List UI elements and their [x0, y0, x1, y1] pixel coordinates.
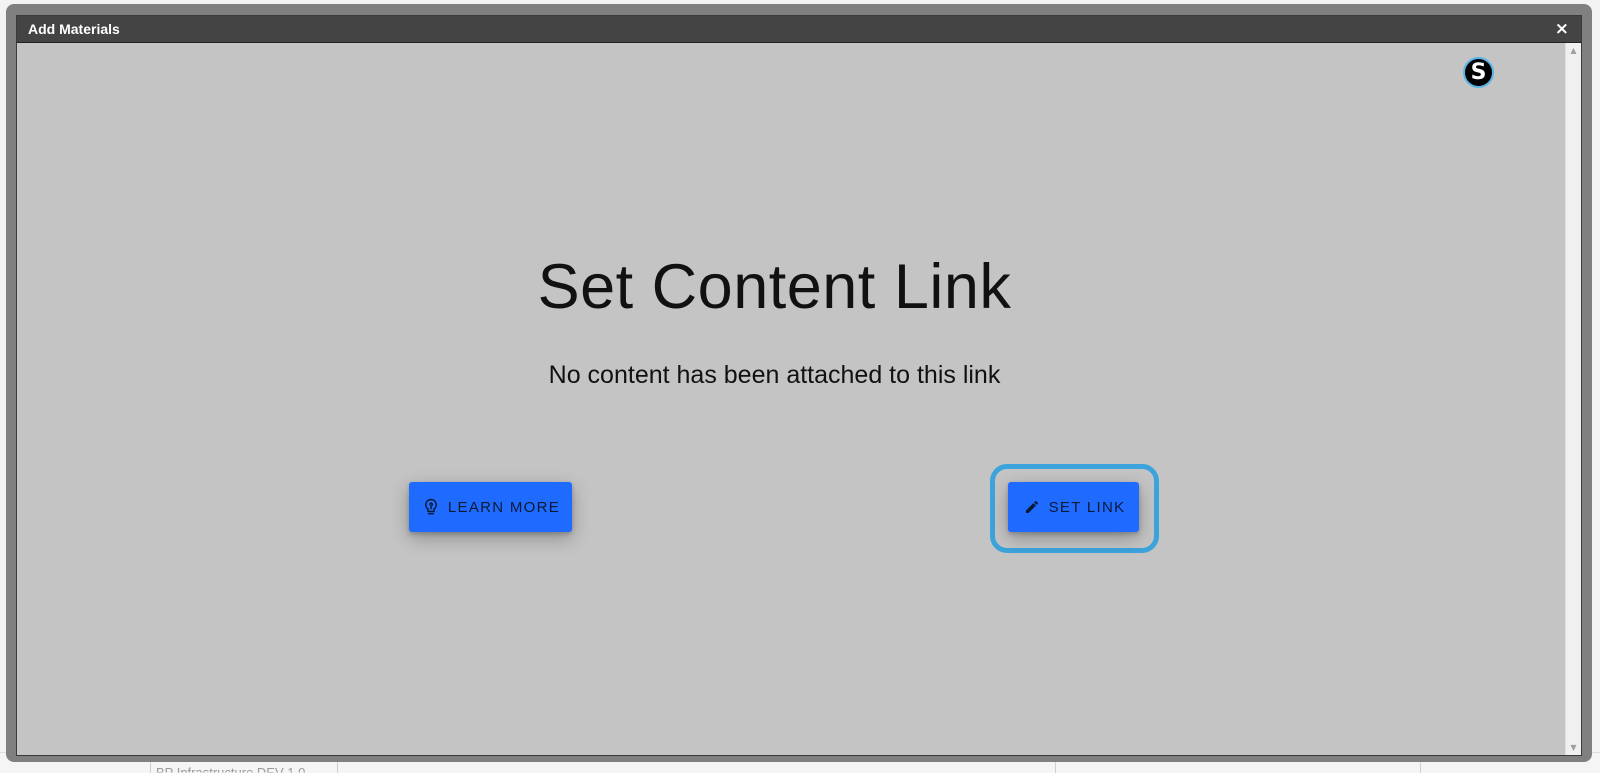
- s-logo-icon[interactable]: S: [1463, 57, 1494, 88]
- page-title: Set Content Link: [537, 252, 1012, 322]
- scroll-down-icon[interactable]: ▼: [1566, 740, 1581, 755]
- pencil-icon: [1022, 497, 1042, 517]
- learn-more-label: LEARN MORE: [447, 498, 561, 516]
- dialog-titlebar: Add Materials ×: [17, 16, 1581, 43]
- add-materials-dialog: Add Materials × S Set Content Link No co…: [16, 15, 1582, 756]
- background-row-text: BP Infrastructure DEV 1.0: [156, 765, 306, 773]
- set-link-button[interactable]: SET LINK: [1008, 482, 1139, 532]
- empty-state-message: No content has been attached to this lin…: [548, 361, 1001, 389]
- learn-more-button[interactable]: LEARN MORE: [409, 482, 572, 532]
- dialog-scrollbar[interactable]: ▲ ▼: [1548, 43, 1581, 755]
- dialog-title: Add Materials: [28, 21, 120, 37]
- dialog-content: S Set Content Link No content has been a…: [17, 43, 1532, 755]
- close-button[interactable]: ×: [1555, 20, 1569, 38]
- set-link-label: SET LINK: [1048, 498, 1126, 516]
- scrollbar-track[interactable]: ▲ ▼: [1565, 43, 1581, 755]
- lightbulb-question-icon: [421, 497, 441, 517]
- scroll-up-icon[interactable]: ▲: [1566, 43, 1581, 58]
